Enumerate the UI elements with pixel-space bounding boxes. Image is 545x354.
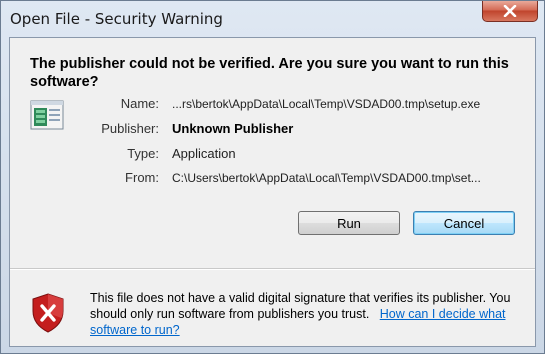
type-label: Type: <box>127 146 159 161</box>
warning-heading: The publisher could not be verified. Are… <box>30 56 509 90</box>
run-button[interactable]: Run <box>298 211 400 235</box>
name-value: ...rs\bertok\AppData\Local\Temp\VSDAD00.… <box>172 97 481 111</box>
type-value: Application <box>172 146 236 161</box>
from-label: From: <box>125 170 159 185</box>
title-bar[interactable]: Open File - Security Warning <box>1 1 544 37</box>
security-shield-icon <box>32 293 64 333</box>
security-warning-window: Open File - Security Warning The publish… <box>0 0 545 354</box>
publisher-value: Unknown Publisher <box>172 121 294 136</box>
close-button[interactable] <box>482 1 538 22</box>
dialog-content: The publisher could not be verified. Are… <box>9 37 536 347</box>
from-value: C:\Users\bertok\AppData\Local\Temp\VSDAD… <box>172 171 481 185</box>
close-icon <box>503 5 517 17</box>
divider-highlight <box>10 269 535 270</box>
warning-text-block: This file does not have a valid digital … <box>90 290 525 338</box>
cancel-button[interactable]: Cancel <box>413 211 515 235</box>
publisher-label: Publisher: <box>101 121 159 136</box>
name-label: Name: <box>120 96 159 111</box>
window-title: Open File - Security Warning <box>10 10 223 28</box>
